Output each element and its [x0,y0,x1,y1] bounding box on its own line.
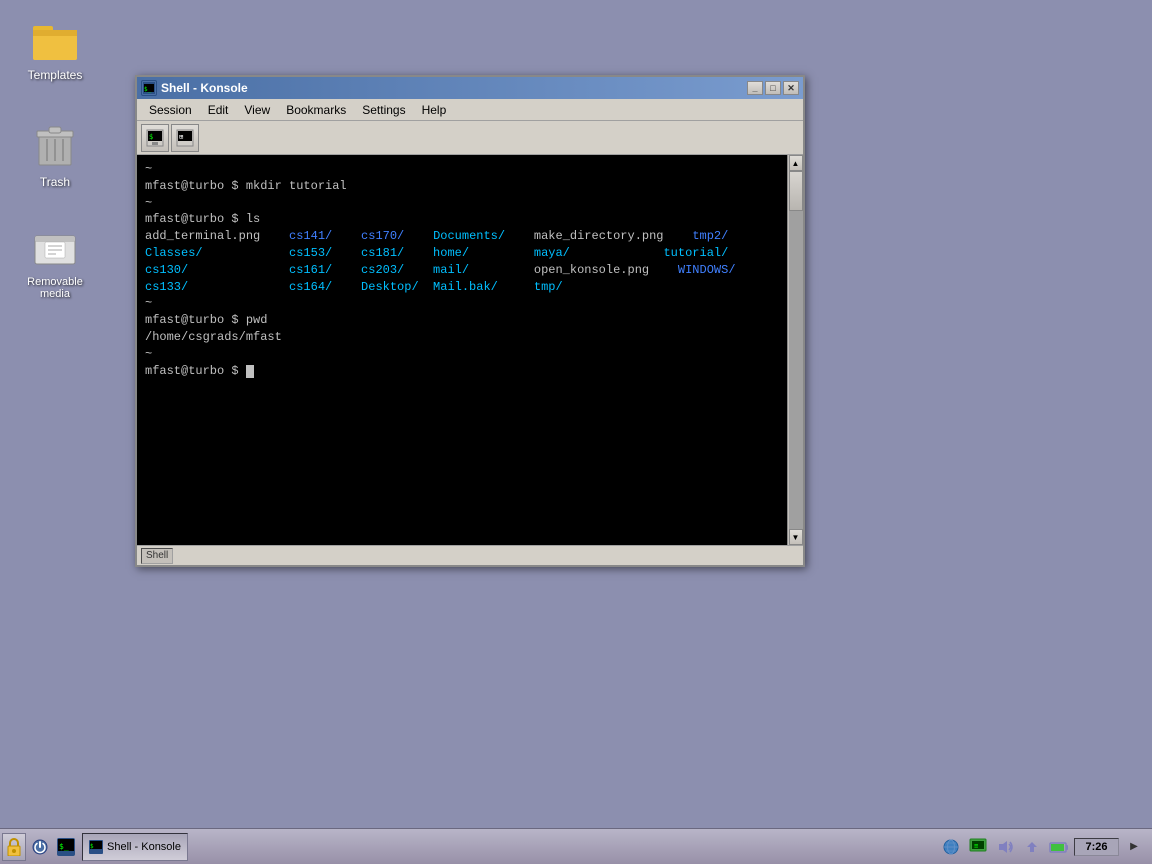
taskbar: $_ $ Shell - Konsole [0,828,1152,864]
volume-icon[interactable] [993,835,1017,859]
taskbar-terminal-icon[interactable]: $_ [54,835,78,859]
trash-icon [33,121,77,171]
taskbar-clock: 7:26 [1074,838,1119,856]
removable-label: Removablemedia [27,276,83,300]
window-controls: _ □ ✕ [747,81,799,95]
toolbar: $ ⊞ [137,121,803,155]
taskbar-right: ≡ [939,835,1150,859]
taskbar-expand[interactable]: ▶ [1122,835,1146,859]
svg-text:$: $ [149,133,153,141]
terminal-output[interactable]: ~ mfast@turbo $ mkdir tutorial ~ mfast@t… [137,155,787,545]
scrollbar-thumb[interactable] [789,171,803,211]
menu-settings[interactable]: Settings [354,101,413,119]
menu-edit[interactable]: Edit [200,101,237,119]
scrollbar-down[interactable]: ▼ [789,529,803,545]
battery-icon[interactable] [1047,835,1071,859]
desktop-icon-templates[interactable]: Templates [10,10,100,88]
svg-text:$_: $_ [59,842,69,851]
window-title: Shell - Konsole [161,81,747,95]
scrollbar-up[interactable]: ▲ [789,155,803,171]
taskbar-left: $_ [2,833,78,861]
lock-button[interactable] [2,833,26,861]
minimize-button[interactable]: _ [747,81,763,95]
trash-label: Trash [40,175,70,189]
konsole-window-icon: $_ [141,80,157,96]
svg-text:$_: $_ [144,86,152,93]
desktop-icon-trash[interactable]: Trash [10,115,100,195]
terminal-cursor [246,365,254,378]
toolbar-btn-1[interactable]: $ [141,124,169,152]
terminal-area[interactable]: ~ mfast@turbo $ mkdir tutorial ~ mfast@t… [137,155,803,545]
desktop: Templates Trash Removablem [0,0,1152,864]
menu-help[interactable]: Help [414,101,455,119]
menu-bookmarks[interactable]: Bookmarks [278,101,354,119]
scrollbar-track[interactable] [789,171,803,529]
power-button[interactable] [28,835,52,859]
network-icon[interactable]: ≡ [966,835,990,859]
svg-text:$: $ [90,843,94,850]
svg-text:≡: ≡ [974,842,978,850]
menu-view[interactable]: View [236,101,278,119]
active-window-label: Shell - Konsole [107,841,181,853]
toolbar-btn-2[interactable]: ⊞ [171,124,199,152]
removable-icon [31,228,79,272]
konsole-window: $_ Shell - Konsole _ □ ✕ Session Edit Vi… [135,75,805,567]
templates-label: Templates [28,68,83,82]
konsole-statusbar: Shell [137,545,803,565]
scrollbar[interactable]: ▲ ▼ [787,155,803,545]
maximize-button[interactable]: □ [765,81,781,95]
arrows-icon[interactable] [1020,835,1044,859]
menu-bar: Session Edit View Bookmarks Settings Hel… [137,99,803,121]
globe-icon[interactable] [939,835,963,859]
close-button[interactable]: ✕ [783,81,799,95]
folder-icon [31,16,79,64]
menu-session[interactable]: Session [141,101,200,119]
desktop-icon-removable[interactable]: Removablemedia [10,222,100,306]
taskbar-active-window[interactable]: $ Shell - Konsole [82,833,188,861]
title-bar[interactable]: $_ Shell - Konsole _ □ ✕ [137,77,803,99]
statusbar-info: Shell [141,548,173,564]
